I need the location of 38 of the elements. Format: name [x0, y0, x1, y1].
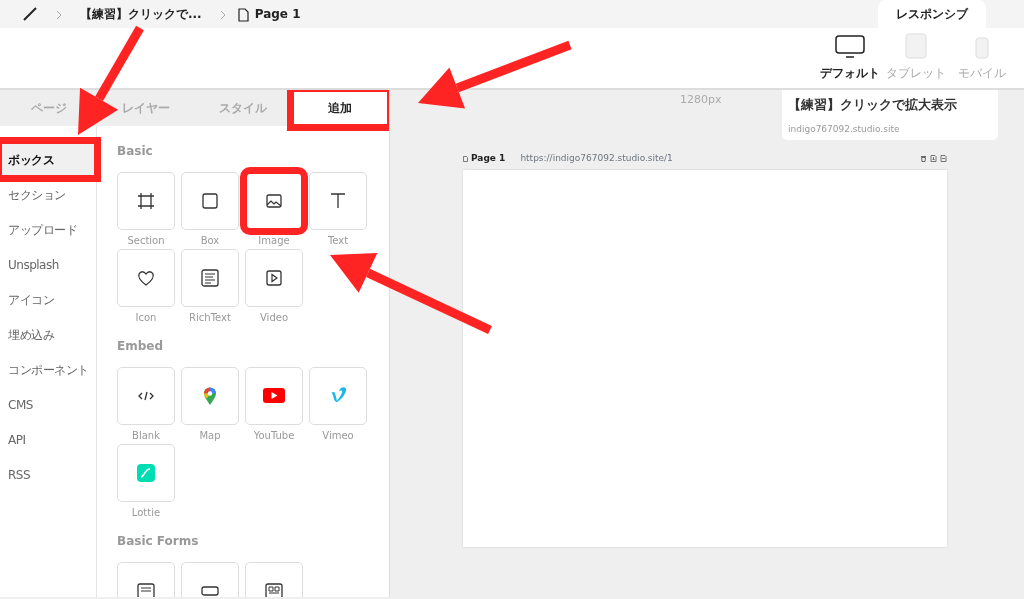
- page-label[interactable]: Page 1: [471, 152, 506, 166]
- tile-label: Lottie: [130, 506, 162, 520]
- mode-tab[interactable]: レスポンシブ: [878, 0, 986, 28]
- section-heading: Basic: [117, 143, 154, 160]
- category-item[interactable]: CMS: [0, 387, 96, 422]
- category-item[interactable]: Unsplash: [0, 247, 96, 282]
- preview-title: 【練習】クリックで拡大表示: [788, 96, 958, 114]
- tile-label: Video: [259, 311, 289, 325]
- category-item[interactable]: アップロード: [0, 212, 96, 247]
- tile-label: Text: [326, 234, 350, 248]
- breadcrumb-link[interactable]: 【練習】クリックで...: [80, 5, 202, 23]
- tile-label: Image: [257, 234, 291, 248]
- section-heading: Basic Forms: [117, 533, 200, 550]
- tile-label: Vimeo: [321, 429, 355, 443]
- panel-tab[interactable]: スタイル: [219, 100, 268, 116]
- page-url: https://indigo767092.studio.site/1: [520, 152, 673, 165]
- device-label[interactable]: デフォルト: [820, 65, 880, 83]
- category-item[interactable]: セクション: [0, 177, 96, 212]
- section-heading: Embed: [117, 338, 165, 355]
- category-item[interactable]: アイコン: [0, 282, 96, 317]
- category-item[interactable]: RSS: [0, 457, 96, 492]
- device-label[interactable]: タブレット: [886, 65, 946, 83]
- preview-url: indigo767092.studio.site: [788, 122, 901, 136]
- tile-label: RichText: [188, 311, 232, 325]
- breadcrumb-link[interactable]: Page 1: [254, 5, 301, 23]
- tile-label: Icon: [134, 311, 158, 325]
- tile-label: Box: [199, 234, 221, 248]
- panel-tab[interactable]: ページ: [30, 100, 67, 116]
- device-label[interactable]: モバイル: [958, 65, 1006, 83]
- tile-label: YouTube: [252, 429, 296, 443]
- category-item[interactable]: コンポーネント: [0, 352, 96, 387]
- category-item[interactable]: 埋め込み: [0, 317, 96, 352]
- category-item[interactable]: API: [0, 422, 96, 457]
- panel-tab[interactable]: レイヤー: [121, 100, 170, 116]
- width-label: 1280px: [680, 92, 722, 108]
- tile-label: Blank: [131, 429, 161, 443]
- tile-label: Section: [126, 234, 166, 248]
- tile-label: Map: [198, 429, 222, 443]
